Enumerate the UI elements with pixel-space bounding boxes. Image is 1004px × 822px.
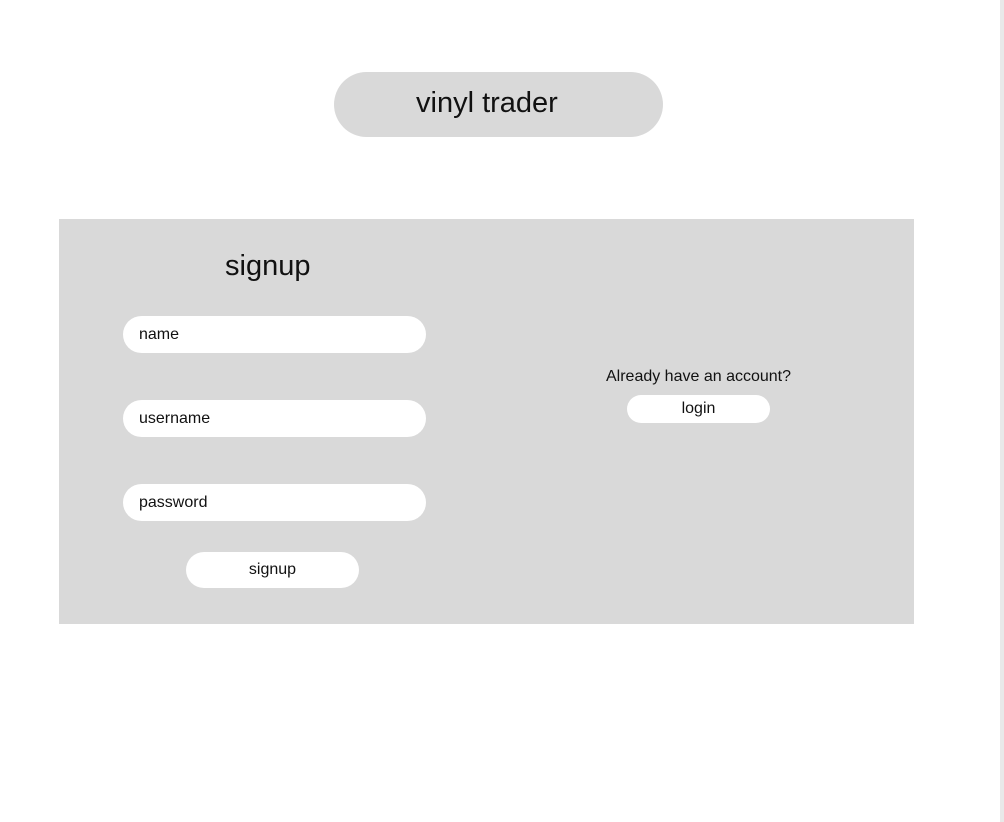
already-have-account-text: Already have an account? bbox=[605, 368, 791, 385]
login-button[interactable]: login bbox=[627, 395, 770, 423]
username-input[interactable] bbox=[123, 400, 426, 437]
signup-button[interactable]: signup bbox=[186, 552, 359, 588]
scrollbar[interactable] bbox=[1000, 0, 1004, 822]
signup-heading: signup bbox=[225, 250, 311, 282]
signup-panel: signup signup Already have an account? l… bbox=[59, 219, 914, 624]
signup-page: vinyl trader signup signup Already have … bbox=[0, 0, 1004, 822]
app-title: vinyl trader bbox=[416, 87, 558, 119]
password-input[interactable] bbox=[123, 484, 426, 521]
name-input[interactable] bbox=[123, 316, 426, 353]
app-title-banner: vinyl trader bbox=[334, 72, 663, 137]
